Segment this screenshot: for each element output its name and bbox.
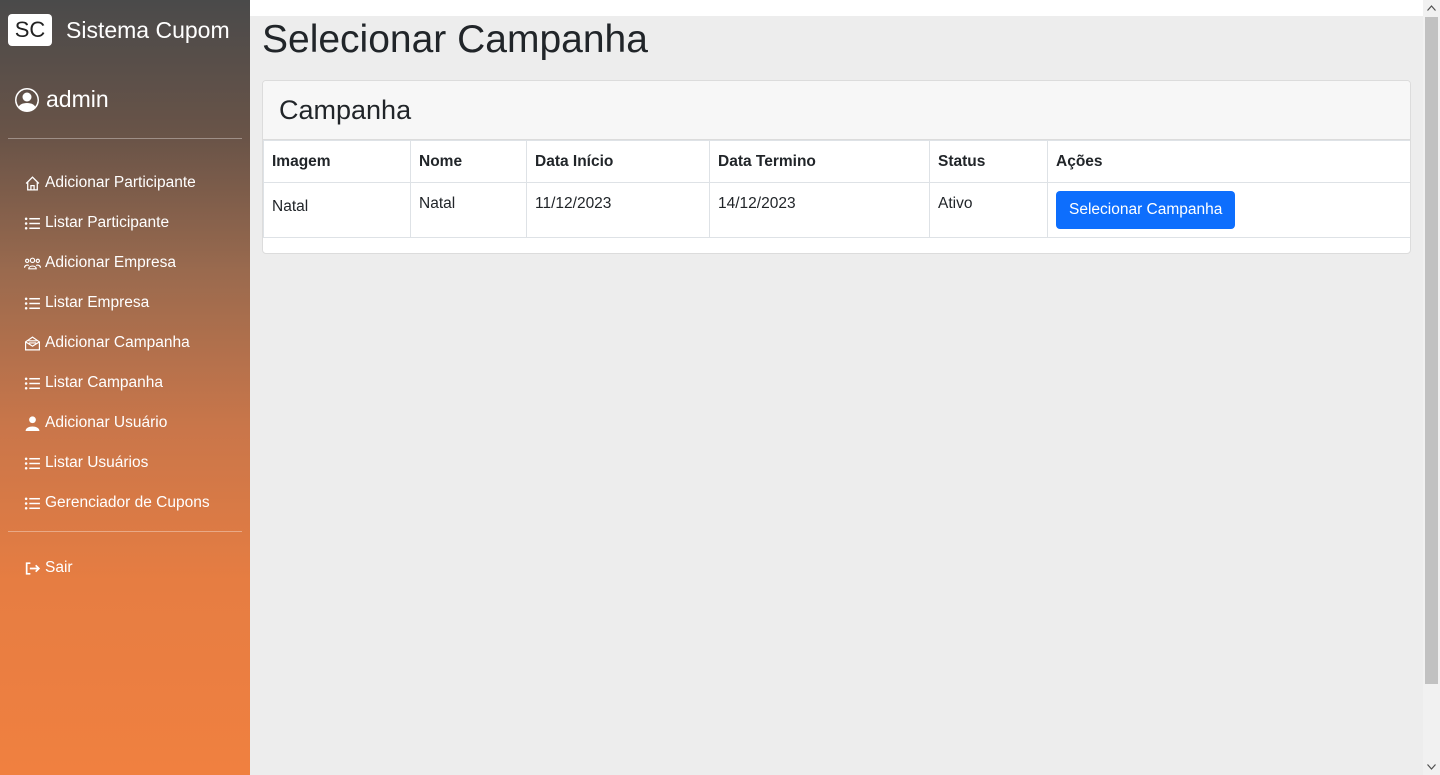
sidebar-nav: Adicionar Participante Listar Participan…: [24, 163, 210, 523]
sidebar-item-listar-usuarios[interactable]: Listar Usuários: [24, 443, 210, 483]
card-title: Campanha: [263, 81, 1410, 140]
cell-data-termino: 14/12/2023: [709, 182, 930, 238]
list-icon: [24, 296, 40, 310]
brand[interactable]: SC Sistema Cupom: [8, 14, 230, 46]
column-header-imagem: Imagem: [263, 140, 411, 183]
user-info: admin: [15, 86, 109, 113]
sidebar-item-listar-empresa[interactable]: Listar Empresa: [24, 283, 210, 323]
cell-status: Ativo: [929, 182, 1048, 238]
scroll-up-arrow-icon[interactable]: [1423, 0, 1440, 16]
person-icon: [25, 415, 40, 431]
logout-link[interactable]: Sair: [24, 556, 73, 580]
sidebar-item-adicionar-participante[interactable]: Adicionar Participante: [24, 163, 210, 203]
column-header-status: Status: [929, 140, 1048, 183]
table-header-row: Imagem Nome Data Início Data Termino Sta…: [263, 140, 1410, 183]
list-icon: [24, 496, 40, 510]
user-circle-icon: [15, 87, 39, 112]
column-header-nome: Nome: [410, 140, 527, 183]
envelope-open-icon: [25, 335, 40, 350]
brand-name: Sistema Cupom: [66, 16, 230, 43]
sidebar-item-adicionar-empresa[interactable]: Adicionar Empresa: [24, 243, 210, 283]
cell-acoes: Selecionar Campanha: [1047, 182, 1410, 238]
scroll-thumb[interactable]: [1425, 17, 1438, 684]
sidebar-item-gerenciador-de-cupons[interactable]: Gerenciador de Cupons: [24, 483, 210, 523]
sidebar: SC Sistema Cupom admin Adicionar Partici…: [0, 0, 250, 775]
table-row: Natal Natal 11/12/2023 14/12/2023 Ativo …: [263, 182, 1410, 238]
cell-data-inicio: 11/12/2023: [526, 182, 710, 238]
cell-imagem: Natal: [263, 182, 411, 238]
vertical-scrollbar[interactable]: [1423, 0, 1440, 775]
sidebar-divider: [8, 138, 242, 139]
select-campaign-button[interactable]: Selecionar Campanha: [1056, 191, 1236, 229]
column-header-acoes: Ações: [1047, 140, 1410, 183]
sidebar-item-listar-participante[interactable]: Listar Participante: [24, 203, 210, 243]
logout-icon: [25, 561, 41, 575]
people-icon: [24, 257, 41, 269]
sidebar-item-listar-campanha[interactable]: Listar Campanha: [24, 363, 210, 403]
brand-badge: SC: [8, 14, 52, 46]
list-icon: [24, 456, 40, 470]
sidebar-item-adicionar-usuario[interactable]: Adicionar Usuário: [24, 403, 210, 443]
column-header-data-termino: Data Termino: [709, 140, 930, 183]
campaign-card: Campanha Imagem Nome Data Início Data Te…: [262, 80, 1411, 254]
sidebar-divider: [8, 531, 242, 532]
sidebar-item-adicionar-campanha[interactable]: Adicionar Campanha: [24, 323, 210, 363]
scroll-down-arrow-icon[interactable]: [1423, 759, 1440, 775]
top-bar: [250, 0, 1440, 16]
home-icon: [25, 175, 40, 191]
campaign-table: Imagem Nome Data Início Data Termino Sta…: [263, 140, 1410, 238]
list-icon: [24, 376, 40, 390]
user-name: admin: [46, 86, 109, 112]
list-icon: [24, 216, 40, 230]
cell-nome: Natal: [410, 182, 527, 238]
page-title: Selecionar Campanha: [262, 18, 648, 61]
column-header-data-inicio: Data Início: [526, 140, 710, 183]
